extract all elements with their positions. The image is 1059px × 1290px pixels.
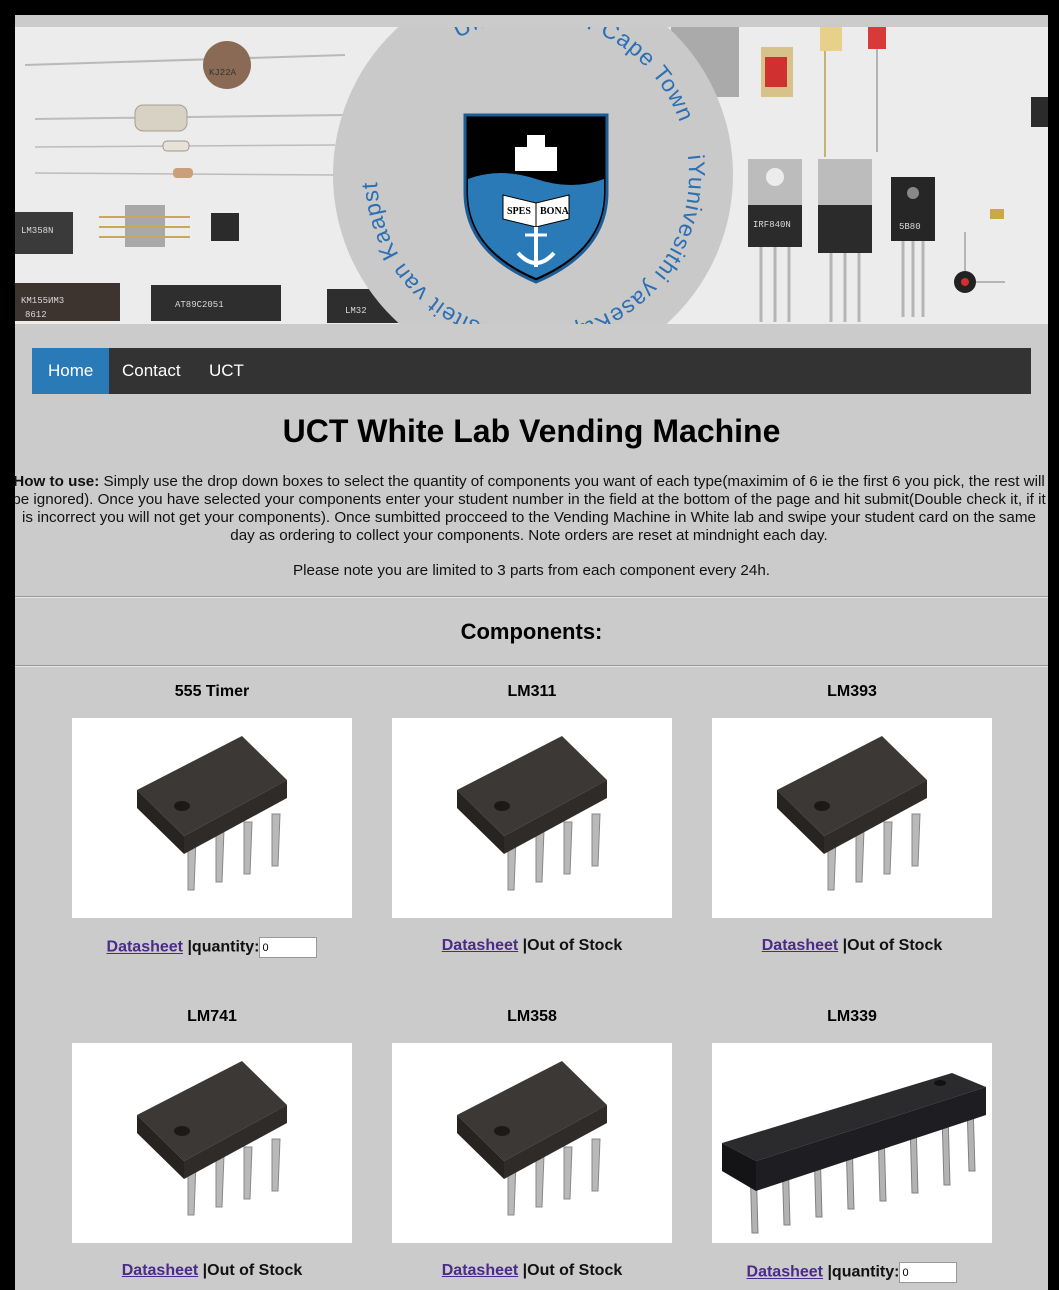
- divider-bottom: [15, 665, 1048, 667]
- svg-text:LM32: LM32: [345, 306, 367, 316]
- product-footer: Datasheet |quantity:: [652, 1262, 1048, 1283]
- svg-text:5B80: 5B80: [899, 222, 921, 232]
- separator: |: [183, 938, 192, 956]
- seal-motto-right: BONA: [540, 206, 570, 217]
- nav-bar: Home Contact UCT: [32, 348, 1031, 394]
- product-image: [72, 718, 352, 918]
- separator: |: [838, 937, 848, 954]
- separator: |: [518, 1262, 528, 1279]
- product-name: 555 Timer: [174, 683, 250, 700]
- stock-status: quantity:: [191, 938, 260, 956]
- stock-status: quantity:: [831, 1263, 900, 1281]
- nav-uct[interactable]: UCT: [193, 348, 260, 394]
- divider-top: [15, 596, 1048, 598]
- datasheet-link[interactable]: Datasheet: [762, 937, 838, 954]
- header-banner: KJ22A LM358N KM155ИМ3 8612 AT89C2051 LM3…: [15, 27, 1048, 324]
- datasheet-link[interactable]: Datasheet: [747, 1264, 823, 1281]
- product-image: [392, 1043, 672, 1243]
- how-to-use-body: Simply use the drop down boxes to select…: [15, 473, 1046, 544]
- page: KJ22A LM358N KM155ИМ3 8612 AT89C2051 LM3…: [15, 15, 1048, 1290]
- limit-notice: Please note you are limited to 3 parts f…: [293, 562, 770, 579]
- product-footer: Datasheet |Out of Stock: [652, 937, 1048, 955]
- dip8-chip-icon: [137, 1061, 287, 1216]
- how-to-use-label: How to use:: [15, 473, 100, 490]
- components-heading: Components:: [460, 619, 603, 644]
- svg-text:KJ22A: KJ22A: [209, 68, 237, 78]
- dip8-chip-icon: [137, 736, 287, 891]
- svg-text:LM358N: LM358N: [21, 226, 53, 236]
- svg-text:AT89C2051: AT89C2051: [175, 300, 224, 310]
- product-image: [72, 1043, 352, 1243]
- svg-text:KM155ИМ3: KM155ИМ3: [21, 296, 64, 306]
- stock-status: Out of Stock: [207, 1262, 303, 1279]
- datasheet-link[interactable]: Datasheet: [442, 1262, 518, 1279]
- product-name: LM741: [187, 1008, 237, 1025]
- how-to-use-text: How to use: Simply use the drop down box…: [15, 473, 1048, 545]
- stock-status: Out of Stock: [847, 937, 943, 954]
- svg-text:IRF840N: IRF840N: [753, 220, 791, 230]
- product-name: LM339: [827, 1008, 877, 1025]
- stock-status: Out of Stock: [527, 1262, 623, 1279]
- dip8-chip-icon: [457, 1061, 607, 1216]
- datasheet-link[interactable]: Datasheet: [442, 937, 518, 954]
- nav-home[interactable]: Home: [32, 348, 110, 394]
- dip8-chip-icon: [777, 736, 927, 891]
- product-name: LM358: [507, 1008, 557, 1025]
- quantity-input[interactable]: [899, 1262, 958, 1283]
- nav-contact[interactable]: Contact: [106, 348, 197, 394]
- product-name: LM393: [827, 683, 877, 700]
- datasheet-link[interactable]: Datasheet: [122, 1262, 198, 1279]
- page-title: UCT White Lab Vending Machine: [282, 413, 781, 449]
- svg-text:8612: 8612: [25, 310, 47, 320]
- uct-seal: University of Cape Town iYunivesithi yas…: [15, 27, 733, 324]
- seal-motto-left: SPES: [507, 206, 531, 217]
- product-image: [712, 718, 992, 918]
- separator: |: [518, 937, 528, 954]
- separator: |: [823, 1263, 832, 1281]
- product-image: [712, 1043, 992, 1243]
- banner-artwork: KJ22A LM358N KM155ИМ3 8612 AT89C2051 LM3…: [15, 27, 1048, 324]
- product-image: [392, 718, 672, 918]
- stock-status: Out of Stock: [527, 937, 623, 954]
- quantity-input[interactable]: [259, 937, 318, 958]
- datasheet-link[interactable]: Datasheet: [107, 939, 183, 956]
- product-name: LM311: [507, 683, 557, 700]
- dip8-chip-icon: [457, 736, 607, 891]
- separator: |: [198, 1262, 208, 1279]
- dip14-chip-icon: [722, 1073, 986, 1234]
